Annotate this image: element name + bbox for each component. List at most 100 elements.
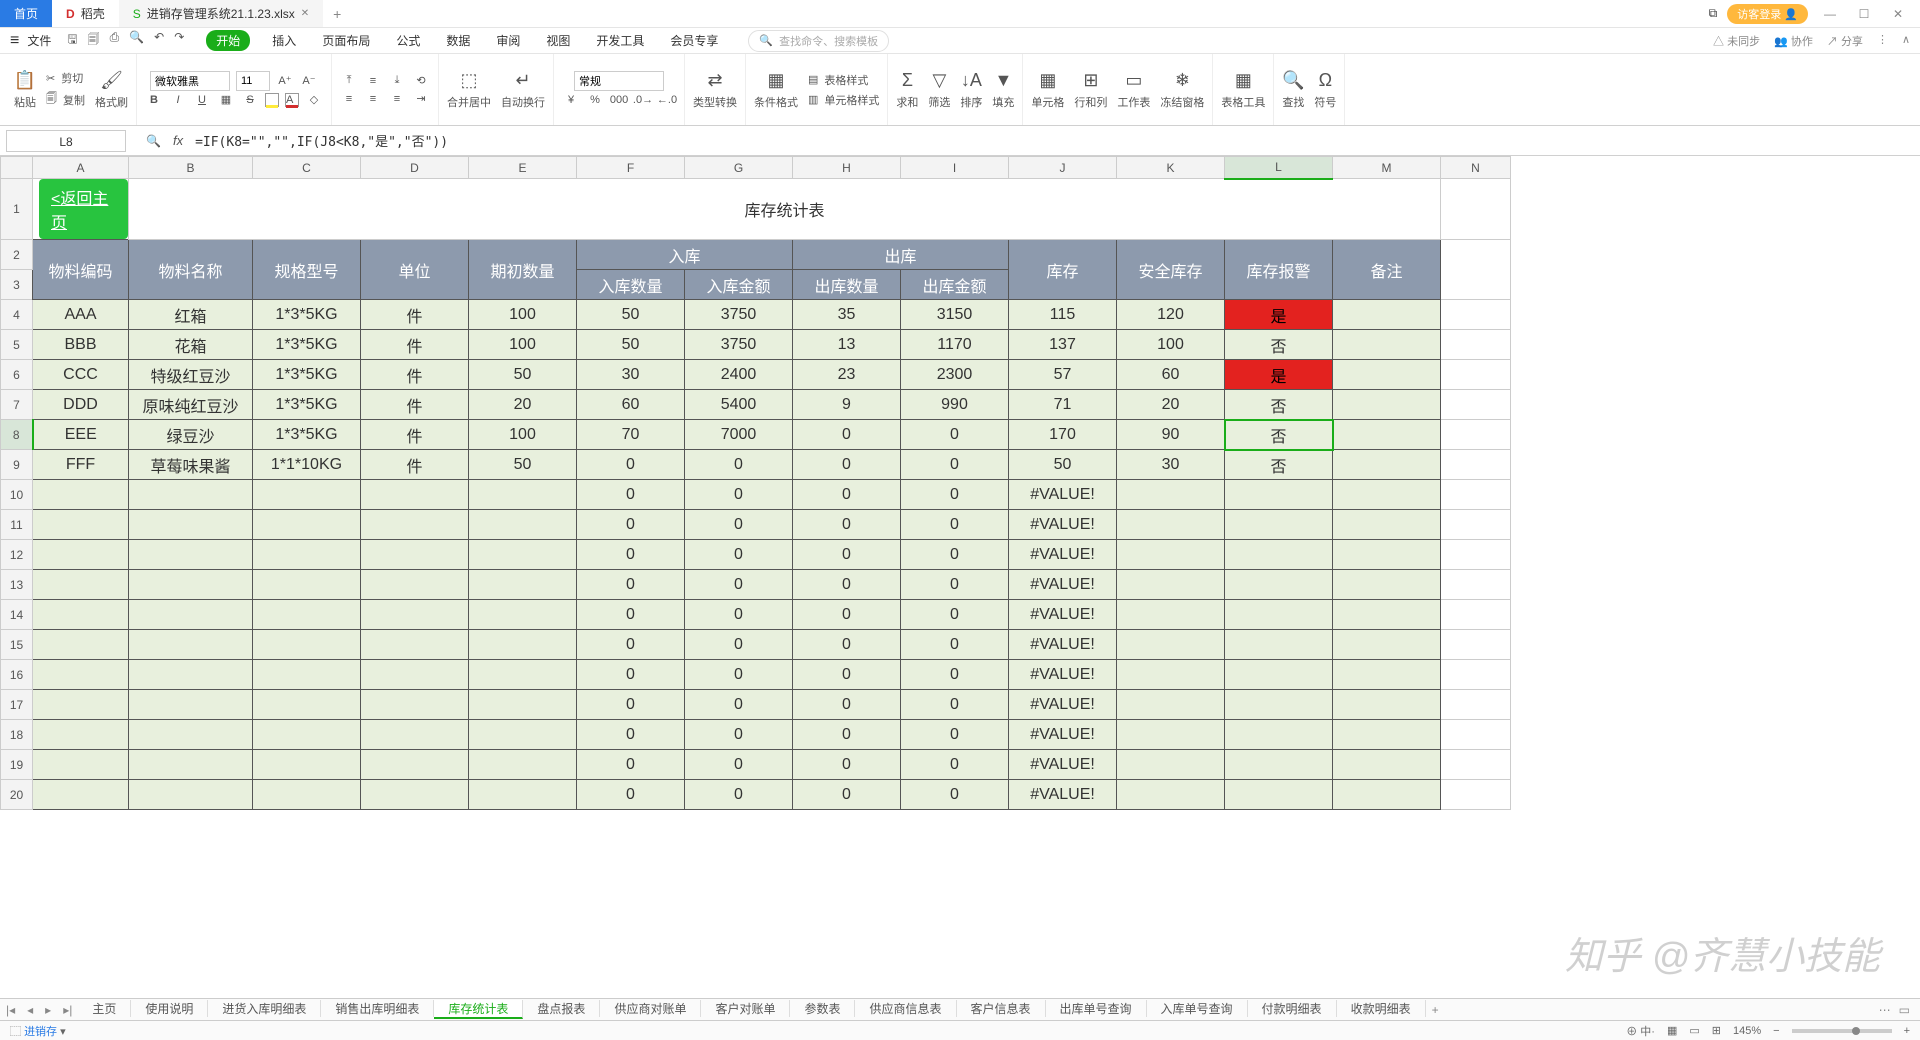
fill-color-button[interactable] [265,93,279,107]
increase-font-icon[interactable]: A⁺ [276,72,294,90]
coop-label[interactable]: 👥 协作 [1774,33,1813,49]
redo-icon[interactable]: ↷ [174,30,184,51]
sheet-tab[interactable]: 客户信息表 [957,1000,1046,1017]
freeze-button[interactable]: ❄冻结窗格 [1160,70,1204,110]
find-button[interactable]: 🔍查找 [1282,70,1304,110]
col-header[interactable]: H [793,157,901,179]
font-size-select[interactable] [236,71,270,91]
clear-format-button[interactable]: ◇ [305,91,323,109]
close-icon[interactable]: ✕ [301,8,309,19]
comma-icon[interactable]: 000 [610,91,628,109]
file-menu[interactable]: 文件 [27,32,51,49]
ribbon-tab-3[interactable]: 公式 [392,30,424,51]
sheet-tab[interactable]: 供应商信息表 [855,1000,956,1017]
col-header[interactable]: N [1441,157,1511,179]
fill-button[interactable]: ▼填充 [992,70,1014,110]
sheet-tab[interactable]: 付款明细表 [1248,1000,1337,1017]
zoom-slider[interactable] [1792,1029,1892,1033]
sheet-tab[interactable]: 进货入库明细表 [208,1000,321,1017]
undo-icon[interactable]: ↶ [154,30,164,51]
ribbon-tab-0[interactable]: 开始 [206,30,250,51]
number-format-select[interactable] [574,71,664,91]
orientation-icon[interactable]: ⟲ [412,72,430,90]
sheet-tab[interactable]: 收款明细表 [1337,1000,1426,1017]
indent-icon[interactable]: ⇥ [412,90,430,108]
condfmt-button[interactable]: ▦条件格式 [754,70,798,110]
table-row[interactable]: 180000#VALUE! [1,720,1511,750]
tab-nav-first[interactable]: |◂ [0,1003,21,1017]
table-row[interactable]: 9FFF草莓味果酱1*1*10KG件5000005030否 [1,450,1511,480]
ribbon-tab-2[interactable]: 页面布局 [318,30,374,51]
ribbon-tab-6[interactable]: 视图 [542,30,574,51]
cells-button[interactable]: ▦单元格 [1031,70,1064,110]
table-row[interactable]: 100000#VALUE! [1,480,1511,510]
fx-icon[interactable]: 🔍 [146,134,161,148]
dec-inc-icon[interactable]: .0→ [634,91,652,109]
minimize-button[interactable]: — [1818,7,1842,21]
format-painter-button[interactable]: 🖌格式刷 [95,70,128,110]
align-right-icon[interactable]: ≡ [388,90,406,108]
col-header[interactable]: E [469,157,577,179]
align-center-icon[interactable]: ≡ [364,90,382,108]
bold-button[interactable]: B [145,91,163,109]
align-bot-icon[interactable]: ⤓ [388,72,406,90]
col-header[interactable]: L [1225,157,1333,179]
maximize-button[interactable]: ☐ [1852,7,1876,21]
ribbon-tab-8[interactable]: 会员专享 [666,30,722,51]
sheet-button[interactable]: ▭工作表 [1117,70,1150,110]
font-name-select[interactable] [150,71,230,91]
sheet-area[interactable]: ABCDEFGHIJKLMN1<返回主页库存统计表2物料编码物料名称规格型号单位… [0,156,1920,998]
cut-button[interactable]: ✂ 剪切 [46,70,85,86]
sheet-tab[interactable]: 出库单号查询 [1046,1000,1147,1017]
sheet-tab[interactable]: 入库单号查询 [1147,1000,1248,1017]
align-left-icon[interactable]: ≡ [340,90,358,108]
tab-home[interactable]: 首页 [0,0,52,27]
tbltool-button[interactable]: ▦表格工具 [1221,70,1265,110]
collapse-ribbon-icon[interactable]: ∧ [1902,33,1910,49]
align-mid-icon[interactable]: ≡ [364,72,382,90]
share-label[interactable]: ↗ 分享 [1827,33,1863,49]
typeconv-button[interactable]: ⇄类型转换 [693,70,737,110]
col-header[interactable]: I [901,157,1009,179]
zoom-in-icon[interactable]: + [1904,1025,1910,1037]
table-row[interactable]: 170000#VALUE! [1,690,1511,720]
tab-more-icon[interactable]: ⋯ [1879,1003,1891,1017]
percent-icon[interactable]: % [586,91,604,109]
sheet-tab[interactable]: 参数表 [790,1000,855,1017]
paste-button[interactable]: 📋粘贴 [14,70,36,110]
col-header[interactable]: K [1117,157,1225,179]
unsync-label[interactable]: △ 未同步 [1713,33,1760,49]
back-button[interactable]: <返回主页 [39,179,128,239]
col-header[interactable]: F [577,157,685,179]
view-normal-icon[interactable]: ▦ [1667,1024,1677,1037]
guest-login-button[interactable]: 访客登录 👤 [1727,4,1808,24]
tab-nav-prev[interactable]: ◂ [21,1003,39,1017]
table-row[interactable]: 140000#VALUE! [1,600,1511,630]
sheet-tab[interactable]: 使用说明 [131,1000,208,1017]
table-row[interactable]: 7DDD原味纯红豆沙1*3*5KG件2060540099907120否 [1,390,1511,420]
border-button[interactable]: ▦ [217,91,235,109]
col-header[interactable]: J [1009,157,1117,179]
tab-nav-next[interactable]: ▸ [39,1003,57,1017]
table-row[interactable]: 110000#VALUE! [1,510,1511,540]
col-header[interactable]: D [361,157,469,179]
ribbon-tab-7[interactable]: 开发工具 [592,30,648,51]
col-header[interactable]: G [685,157,793,179]
sheet-tab[interactable]: 供应商对账单 [600,1000,701,1017]
tab-nav-last[interactable]: ▸| [57,1003,78,1017]
col-header[interactable]: A [33,157,129,179]
sheet-tab[interactable]: 库存统计表 [434,1000,523,1019]
table-row[interactable]: 6CCC特级红豆沙1*3*5KG件503024002323005760是 [1,360,1511,390]
currency-icon[interactable]: ¥ [562,91,580,109]
name-box[interactable]: L8 [6,130,126,152]
more-icon[interactable]: ⋮ [1877,33,1888,49]
rowcol-button[interactable]: ⊞行和列 [1074,70,1107,110]
save-icon[interactable]: 🖫 [67,30,77,51]
zoom-value[interactable]: 145% [1733,1025,1761,1037]
col-header[interactable]: B [129,157,253,179]
sum-button[interactable]: Σ求和 [896,70,918,110]
col-header[interactable]: C [253,157,361,179]
font-color-button[interactable]: A [285,93,299,107]
table-row[interactable]: 130000#VALUE! [1,570,1511,600]
add-sheet-button[interactable]: + [1426,1003,1445,1017]
